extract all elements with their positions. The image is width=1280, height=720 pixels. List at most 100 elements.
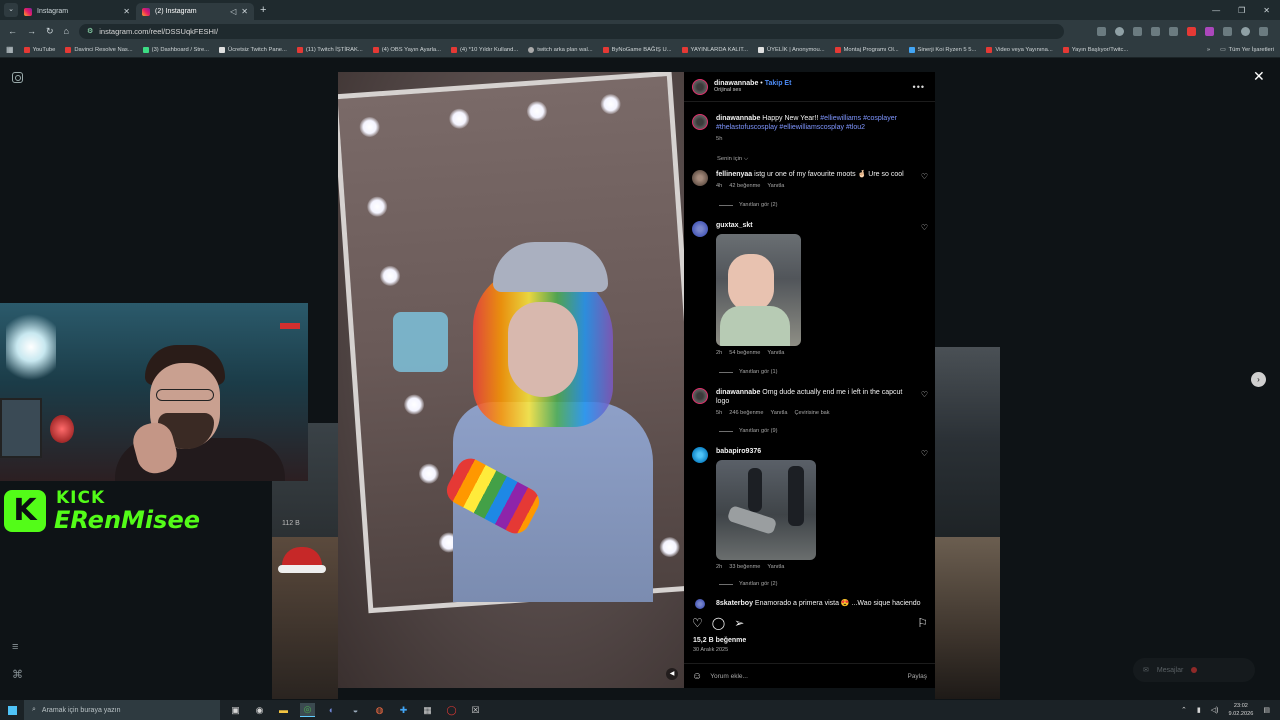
comment-icon[interactable]: ◯ bbox=[712, 616, 725, 630]
bookmark-item[interactable]: (3) Dashboard / Stre... bbox=[142, 46, 209, 53]
like-comment-icon[interactable]: ♡ bbox=[921, 223, 928, 358]
all-bookmarks-button[interactable]: ▭ Tüm Yer İşaretleri bbox=[1220, 47, 1274, 53]
reply-button[interactable]: Yanıtla bbox=[770, 409, 787, 418]
taskbar-search[interactable]: ⌕ Aramak için buraya yazın bbox=[24, 700, 220, 720]
volume-icon[interactable]: ◁) bbox=[1211, 706, 1219, 714]
like-comment-icon[interactable]: ♡ bbox=[921, 449, 928, 572]
bookmark-item[interactable]: YAYINLARDA KALIT... bbox=[681, 46, 748, 53]
bookmark-item[interactable]: twitch arka plan wal... bbox=[528, 46, 593, 53]
view-replies-button[interactable]: Yanıtları gör (2) bbox=[719, 581, 777, 587]
tab-instagram[interactable]: Instagram ✕ bbox=[18, 3, 136, 20]
comment-sort-dropdown[interactable]: Senin için ⌵ bbox=[717, 156, 748, 163]
site-info-icon[interactable]: ⚙ bbox=[87, 27, 93, 35]
reel-video[interactable]: ◀ bbox=[338, 72, 684, 688]
firefox-icon[interactable]: ◍ bbox=[372, 703, 387, 717]
forward-icon[interactable]: → bbox=[27, 26, 36, 36]
comment-username[interactable]: babapiro9376 bbox=[716, 448, 761, 455]
comment-likes[interactable]: 54 beğenme bbox=[729, 349, 760, 358]
follow-button[interactable]: Takip Et bbox=[765, 80, 792, 87]
bookmark-star-icon[interactable] bbox=[1115, 26, 1124, 36]
app-icon[interactable]: ✚ bbox=[396, 703, 411, 717]
comment-likes[interactable]: 246 beğenme bbox=[729, 409, 763, 418]
meta-icon[interactable]: ⌘ bbox=[12, 668, 23, 681]
capcut-icon[interactable]: ▦ bbox=[420, 703, 435, 717]
steam-icon[interactable]: ◒ bbox=[348, 703, 363, 717]
instagram-logo-icon[interactable] bbox=[12, 72, 23, 83]
reply-button[interactable]: Yanıtla bbox=[767, 349, 784, 358]
comment-input[interactable]: Yorum ekle... bbox=[710, 673, 748, 680]
extension-icon[interactable] bbox=[1151, 26, 1160, 36]
comment-likes[interactable]: 33 beğenme bbox=[729, 563, 760, 572]
extension-icon[interactable] bbox=[1205, 26, 1214, 36]
post-comment-button[interactable]: Paylaş bbox=[907, 673, 927, 680]
reload-icon[interactable]: ↻ bbox=[46, 26, 54, 37]
install-icon[interactable] bbox=[1097, 26, 1106, 36]
view-replies-button[interactable]: Yanıtları gör (9) bbox=[719, 428, 777, 434]
bookmark-item[interactable]: Montaj Programı Ol... bbox=[834, 46, 899, 53]
close-icon[interactable]: ✕ bbox=[1253, 68, 1265, 85]
reply-button[interactable]: Yanıtla bbox=[767, 182, 784, 191]
extension-icon[interactable] bbox=[1187, 26, 1196, 36]
close-tab-icon[interactable]: ✕ bbox=[241, 7, 248, 16]
bookmark-item[interactable]: (4) *10 Yıldır Kulland... bbox=[450, 46, 518, 53]
download-icon[interactable] bbox=[1169, 26, 1178, 36]
next-reel-icon[interactable]: › bbox=[1251, 372, 1266, 387]
obs-icon[interactable]: ◉ bbox=[252, 703, 267, 717]
comment-username[interactable]: dinawannabe bbox=[716, 389, 760, 396]
menu-dots-icon[interactable] bbox=[1259, 26, 1268, 36]
close-window-icon[interactable]: ✕ bbox=[1263, 6, 1270, 15]
translate-button[interactable]: Çevirisine bak bbox=[794, 409, 829, 418]
like-comment-icon[interactable]: ♡ bbox=[921, 390, 928, 418]
comment-media-image[interactable] bbox=[716, 234, 801, 346]
puzzle-icon[interactable] bbox=[1223, 26, 1232, 36]
caption-username[interactable]: dinawannabe bbox=[716, 115, 760, 122]
like-count[interactable]: 15,2 B beğenme bbox=[693, 637, 746, 644]
bookmark-item[interactable]: (4) OBS Yayın Ayarla... bbox=[372, 46, 441, 53]
background-reel-thumbnail[interactable] bbox=[935, 347, 1000, 537]
avatar[interactable] bbox=[695, 599, 705, 609]
avatar[interactable] bbox=[692, 221, 708, 237]
comment-username[interactable]: 8skaterboy bbox=[716, 600, 753, 607]
apps-grid-icon[interactable]: ▦ bbox=[6, 45, 14, 54]
comment-media-image[interactable] bbox=[716, 460, 816, 560]
opera-icon[interactable]: ◯ bbox=[444, 703, 459, 717]
start-button[interactable] bbox=[0, 700, 24, 720]
comment-username[interactable]: fellinenyaa bbox=[716, 171, 752, 178]
clock[interactable]: 23:02 9.02.2026 bbox=[1228, 702, 1253, 718]
new-tab-button[interactable]: + bbox=[260, 4, 266, 16]
comment-username[interactable]: guxtax_skt bbox=[716, 222, 753, 229]
bookmark-item[interactable]: Ücretsiz Twitch Pane... bbox=[219, 46, 287, 53]
minimize-icon[interactable]: — bbox=[1212, 6, 1220, 15]
extension-icon[interactable] bbox=[1133, 26, 1142, 36]
bookmark-item[interactable]: Sinerji Koi Ryzen 5 5... bbox=[908, 46, 976, 53]
background-reel-thumbnail[interactable] bbox=[272, 537, 338, 699]
reply-button[interactable]: Yanıtla bbox=[767, 563, 784, 572]
bookmark-item[interactable]: Yayın Başlıyor/Twitc... bbox=[1062, 46, 1128, 53]
avatar[interactable] bbox=[692, 447, 708, 463]
bookmark-item[interactable]: (11) Twitch İŞTİRAK... bbox=[296, 46, 363, 53]
restore-icon[interactable]: ❐ bbox=[1238, 6, 1245, 15]
bookmark-item[interactable]: ByNoGame BAĞIŞ U... bbox=[602, 46, 672, 53]
share-icon[interactable]: ➢ bbox=[734, 616, 744, 630]
more-bookmarks-icon[interactable]: » bbox=[1207, 47, 1210, 53]
like-comment-icon[interactable]: ♡ bbox=[921, 172, 928, 191]
more-options-icon[interactable]: ••• bbox=[913, 82, 925, 92]
bookmark-item[interactable]: ÜYELİK | Anonymou... bbox=[758, 46, 825, 53]
back-icon[interactable]: ← bbox=[8, 26, 17, 36]
view-replies-button[interactable]: Yanıtları gör (1) bbox=[719, 369, 777, 375]
bookmark-item[interactable]: Video veya Yayınına... bbox=[986, 46, 1053, 53]
show-hidden-icons-icon[interactable]: ⌃ bbox=[1181, 706, 1187, 714]
save-icon[interactable]: ⚐ bbox=[917, 616, 928, 630]
bookmark-item[interactable]: YouTube bbox=[23, 46, 55, 53]
view-replies-button[interactable]: Yanıtları gör (2) bbox=[719, 202, 777, 208]
mute-icon[interactable]: ◀ bbox=[666, 668, 678, 680]
mute-tab-icon[interactable]: ◁ bbox=[230, 7, 236, 16]
avatar[interactable] bbox=[692, 170, 708, 186]
home-icon[interactable]: ⌂ bbox=[64, 26, 69, 36]
audio-label[interactable]: Orijinal ses bbox=[714, 87, 791, 93]
discord-icon[interactable]: ◐ bbox=[324, 703, 339, 717]
network-icon[interactable]: ▮ bbox=[1197, 706, 1201, 714]
messages-button[interactable]: ✉ Mesajlar bbox=[1133, 658, 1255, 682]
avatar[interactable] bbox=[692, 114, 708, 130]
like-icon[interactable]: ♡ bbox=[692, 616, 703, 630]
